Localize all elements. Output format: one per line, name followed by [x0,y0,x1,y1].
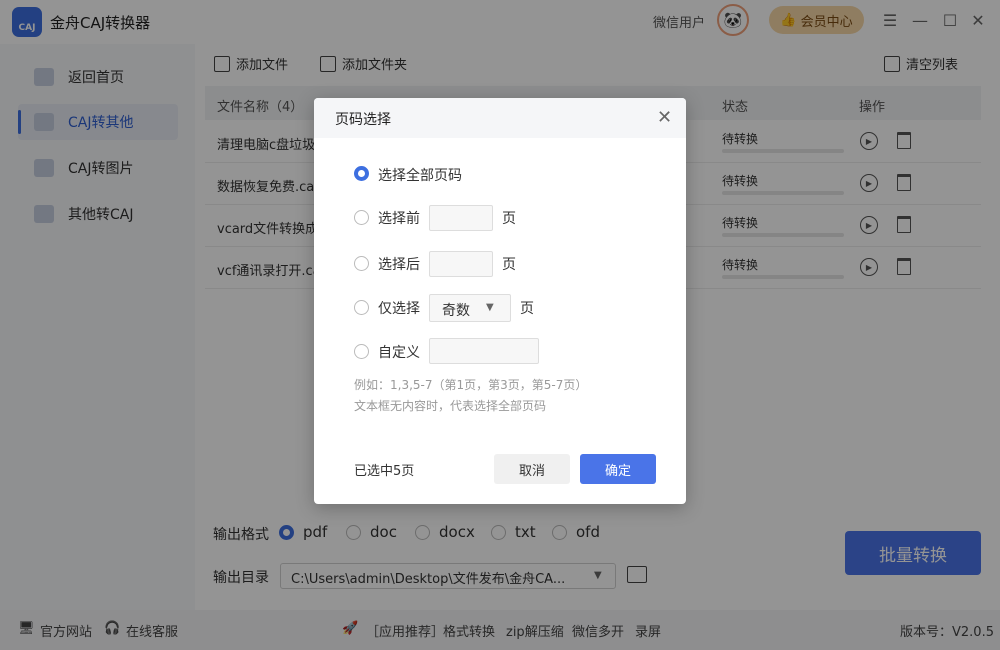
option-last-pages-label[interactable]: 选择后 [378,254,420,274]
first-pages-input[interactable] [429,205,493,231]
radio-custom-pages[interactable] [354,344,369,359]
chevron-down-icon[interactable]: ▼ [486,302,494,313]
dialog-title: 页码选择 [335,112,391,128]
hint-empty: 文本框无内容时，代表选择全部页码 [354,399,547,413]
radio-all-pages[interactable] [354,166,369,181]
page-unit-label: 页 [520,301,534,317]
page-select-dialog: 页码选择 ✕ 选择全部页码 选择前 页 选择后 页 仅选择 奇数 ▼ 页 自定义… [314,98,686,504]
last-pages-input[interactable] [429,251,493,277]
hint-example: 例如：1,3,5-7（第1页，第3页，第5-7页） [354,378,588,392]
selected-count-label: 已选中5页 [354,464,415,479]
option-first-pages-label[interactable]: 选择前 [378,208,420,228]
parity-select[interactable]: 奇数 [429,294,511,322]
radio-last-pages[interactable] [354,256,369,271]
custom-pages-input[interactable] [429,338,539,364]
confirm-button[interactable]: 确定 [580,454,656,484]
radio-only-pages[interactable] [354,300,369,315]
option-only-pages-label[interactable]: 仅选择 [378,298,420,318]
option-all-pages-label[interactable]: 选择全部页码 [378,165,462,185]
page-unit-label: 页 [502,211,516,227]
radio-first-pages[interactable] [354,210,369,225]
cancel-button[interactable]: 取消 [494,454,570,484]
page-unit-label: 页 [502,257,516,273]
close-icon[interactable]: ✕ [657,107,672,128]
option-custom-label[interactable]: 自定义 [378,342,420,362]
